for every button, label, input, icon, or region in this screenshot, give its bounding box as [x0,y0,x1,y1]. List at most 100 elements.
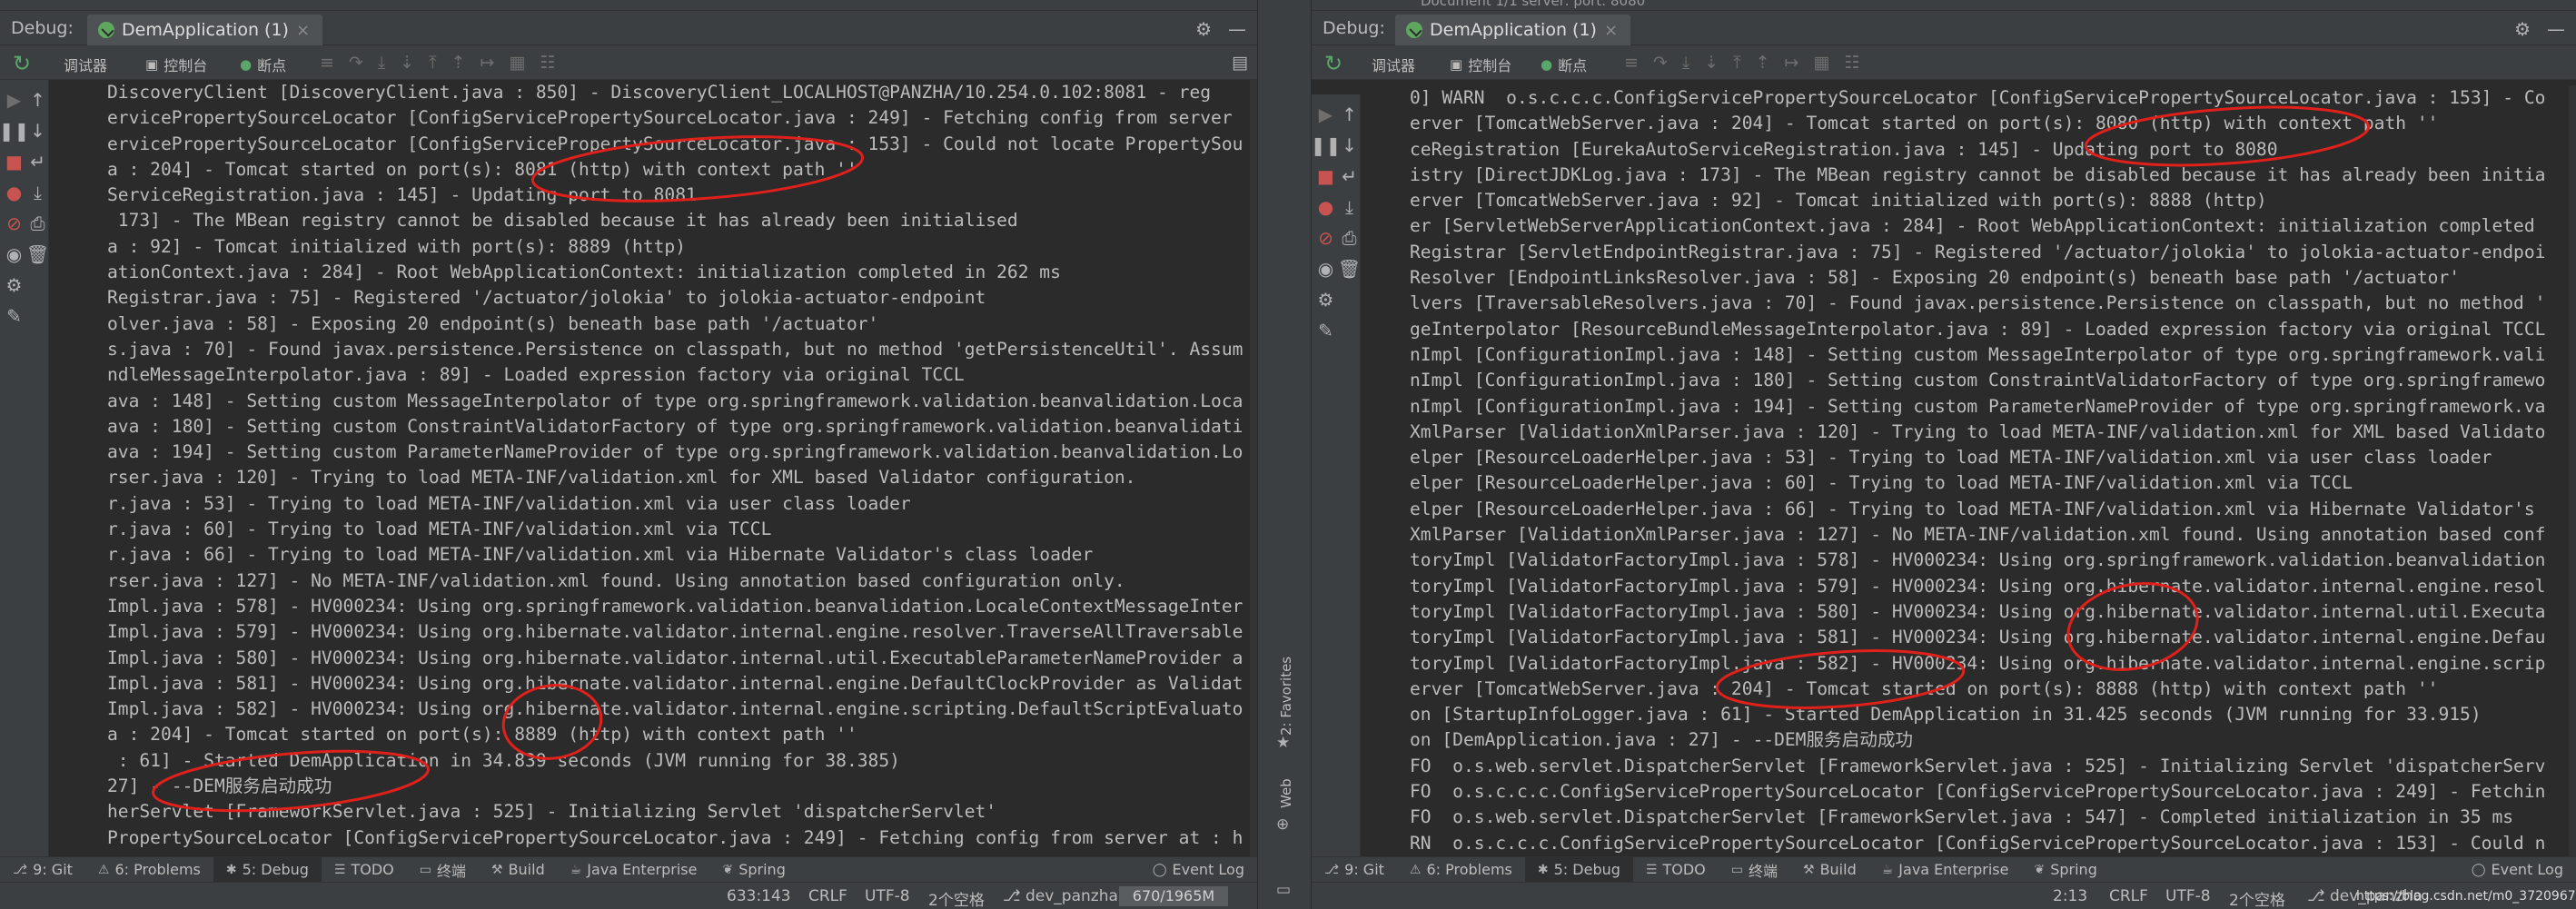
tool-window-button[interactable]: ☕ Java Enterprise [558,857,710,883]
camera-icon[interactable]: ◉ [1318,260,1333,278]
favorites-tool-label[interactable]: 2: Favorites [1278,657,1294,736]
cursor-position[interactable]: 633:143 [727,887,791,905]
wrap-icon[interactable]: ↵ [30,153,45,171]
scroll-down-icon[interactable]: ↓ [30,122,45,140]
minimize-icon[interactable]: — [2547,18,2565,40]
file-encoding[interactable]: UTF-8 [865,887,910,905]
console-scrollbar[interactable] [1250,80,1257,856]
scroll-to-end-icon[interactable]: ⤓ [34,183,42,202]
print-icon[interactable]: ⎙ [1342,229,1357,247]
step-into-icon[interactable]: ⤓ [378,53,385,73]
camera-icon[interactable]: ◉ [6,245,22,263]
tab-debugger[interactable]: 调试器 [1372,54,1415,75]
tab-debugger[interactable]: 调试器 [64,54,107,75]
tool-window-button[interactable]: ✱ 5: Debug [1524,856,1633,883]
tool-window-button[interactable]: ☰ TODO [322,857,407,883]
layout-icon[interactable]: ▤ [1232,53,1248,73]
tool-window-button[interactable]: ⚠ 6: Problems [85,857,213,883]
resume-icon[interactable]: ▶ [1319,105,1333,124]
rerun-icon[interactable]: ↻ [13,51,31,76]
branch-icon: ⎇ [2307,887,2330,905]
close-icon[interactable]: × [296,21,310,40]
settings-icon[interactable]: ⚙ [1318,291,1334,309]
tool-window-button[interactable]: ☰ TODO [1633,857,1719,883]
console-output[interactable]: DiscoveryClient [DiscoveryClient.java : … [51,80,1257,856]
console-output[interactable]: 0] WARN o.s.c.c.c.ConfigServicePropertyS… [1362,85,2576,856]
step-over-icon[interactable]: ↷ [349,53,363,73]
event-log-button[interactable]: ◯ Event Log [2459,857,2576,883]
git-branch[interactable]: ⎇ dev_panzha [1003,887,1118,905]
pin-icon[interactable]: ✎ [1318,321,1333,340]
settings-gear-icon[interactable]: ⚙ [1195,18,1212,40]
trace-icon[interactable]: ☷ [540,53,555,73]
stop-icon[interactable]: ■ [5,153,23,171]
scroll-up-icon[interactable]: ↑ [1342,105,1357,124]
tool-window-button[interactable]: ❦ Spring [709,857,798,883]
memory-indicator[interactable]: 670/1965M [1119,886,1228,906]
star-icon[interactable]: ★ [1276,734,1290,752]
trace-icon[interactable]: ☷ [1844,53,1859,73]
close-icon[interactable]: × [1604,21,1618,40]
tool-window-button[interactable]: ⚒ Build [479,857,558,883]
step-out-icon[interactable]: ⤒ [1733,53,1740,73]
scroll-up-icon[interactable]: ↑ [30,91,45,109]
line-separator[interactable]: CRLF [2109,887,2148,905]
show-execution-point-icon[interactable]: ≡ [320,53,334,73]
minimize-icon[interactable]: — [1228,18,1246,40]
console-scrollbar[interactable] [2569,85,2576,856]
run-to-cursor-icon[interactable]: ↦ [481,53,495,73]
rerun-icon[interactable]: ↻ [1324,51,1342,76]
drop-frame-icon[interactable]: ⇡ [451,53,466,73]
mute-breakpoints-icon[interactable]: ⊘ [6,214,22,232]
globe-icon[interactable]: ⊕ [1276,815,1289,834]
view-breakpoints-icon[interactable]: ● [1318,198,1333,216]
tool-window-button[interactable]: ▭ 终端 [407,857,479,883]
drop-frame-icon[interactable]: ⇡ [1756,53,1770,73]
cursor-position[interactable]: 2:13 [2053,887,2087,905]
force-step-into-icon[interactable]: ⇣ [400,53,414,73]
run-config-tab[interactable]: DemApplication (1) × [87,15,323,45]
step-over-icon[interactable]: ↷ [1653,53,1668,73]
tab-breakpoints[interactable]: ● 断点 [1541,54,1587,75]
tool-window-button[interactable]: ❦ Spring [2021,857,2109,883]
view-breakpoints-icon[interactable]: ● [6,183,22,202]
tool-window-button[interactable]: ⎇ 9: Git [1312,857,1397,883]
run-to-cursor-icon[interactable]: ↦ [1785,53,1799,73]
resume-icon[interactable]: ▶ [7,91,21,109]
tab-console[interactable]: ▣ 控制台 [145,54,207,75]
event-log-button[interactable]: ◯ Event Log [1140,857,1257,883]
editor-top-strip [0,0,1257,11]
indent-setting[interactable]: 2个空格 [2229,887,2285,909]
file-encoding[interactable]: UTF-8 [2165,887,2211,905]
scroll-down-icon[interactable]: ↓ [1342,136,1357,154]
tool-window-button[interactable]: ▭ 终端 [1719,857,1790,883]
layout-toggle-icon[interactable]: ▭ [1276,881,1291,899]
stop-icon[interactable]: ■ [1317,167,1334,185]
wrap-icon[interactable]: ↵ [1342,167,1357,185]
tool-window-button[interactable]: ⚒ Build [1790,857,1869,883]
tool-window-button[interactable]: ⚠ 6: Problems [1397,857,1525,883]
indent-setting[interactable]: 2个空格 [928,887,985,909]
trash-icon[interactable]: 🗑 [26,245,49,263]
trash-icon[interactable]: 🗑 [1338,260,1361,278]
evaluate-icon[interactable]: ▦ [509,53,525,73]
evaluate-icon[interactable]: ▦ [1813,53,1829,73]
mute-breakpoints-icon[interactable]: ⊘ [1318,229,1333,247]
run-config-tab[interactable]: DemApplication (1) × [1395,15,1631,45]
step-into-icon[interactable]: ⤓ [1682,53,1689,73]
tab-console[interactable]: ▣ 控制台 [1450,54,1511,75]
print-icon[interactable]: ⎙ [31,214,45,232]
tab-breakpoints[interactable]: ● 断点 [240,54,286,75]
settings-icon[interactable]: ⚙ [6,276,23,294]
settings-gear-icon[interactable]: ⚙ [2514,18,2531,40]
force-step-into-icon[interactable]: ⇣ [1704,53,1719,73]
tool-window-button[interactable]: ⎇ 9: Git [0,857,85,883]
tool-window-button[interactable]: ☕ Java Enterprise [1869,857,2022,883]
scroll-to-end-icon[interactable]: ⤓ [1345,198,1353,216]
pin-icon[interactable]: ✎ [6,307,22,325]
web-tool-label[interactable]: Web [1278,778,1294,808]
step-out-icon[interactable]: ⤒ [429,53,436,73]
line-separator[interactable]: CRLF [808,887,847,905]
tool-window-button[interactable]: ✱ 5: Debug [213,856,322,883]
show-execution-point-icon[interactable]: ≡ [1624,53,1639,73]
